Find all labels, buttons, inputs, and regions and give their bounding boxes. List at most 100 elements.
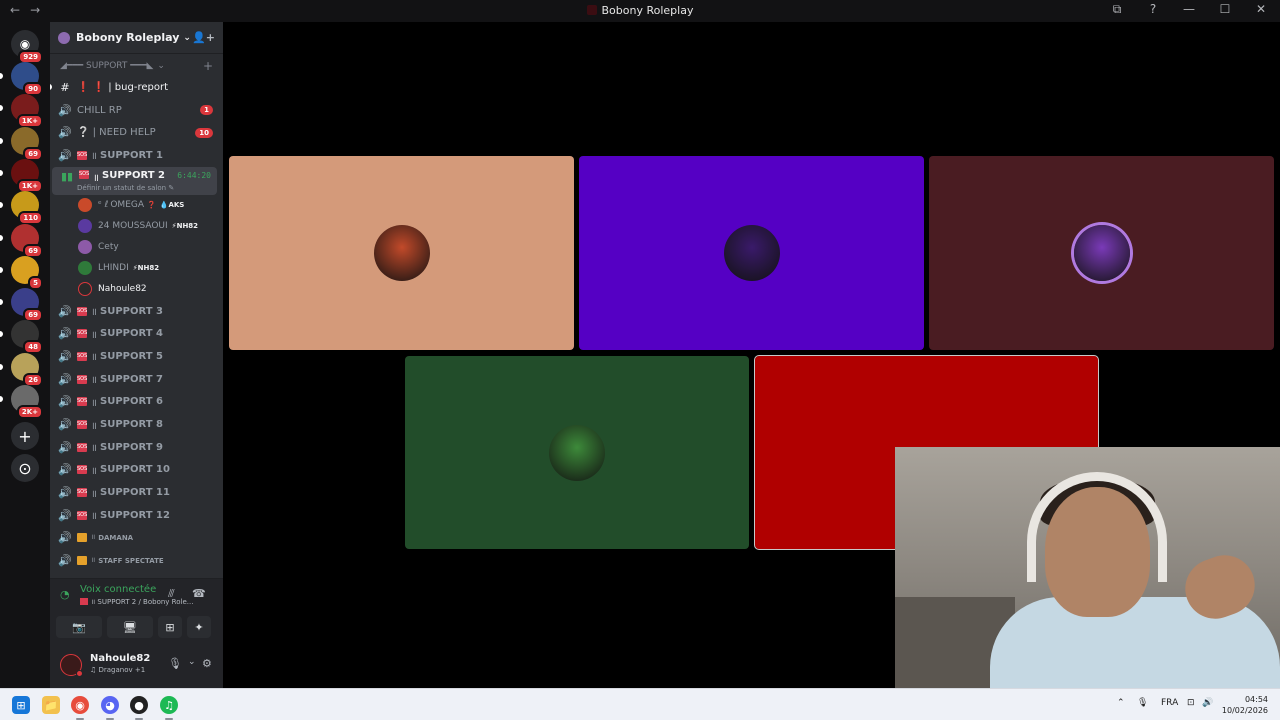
channel-support-2[interactable]: ▮▮ SOS ॥ SUPPORT 2 6:44:20 Définir un st… <box>52 166 217 195</box>
voice-user[interactable]: 24 MOUSSAOUI ⚡NH82 <box>50 216 223 237</box>
voice-user[interactable]: ᵉ ℓ OMEGA ❓ 💧AKS <box>50 195 223 216</box>
channel-support-11[interactable]: 🔊 SOS ॥ SUPPORT 11 <box>50 481 223 504</box>
channel-staff-spectate[interactable]: 🔊 ॥ STAFF SPECTATE <box>50 549 223 572</box>
channel-status[interactable]: Définir un statut de salon ✎ <box>77 184 174 192</box>
volume-icon[interactable]: 🔊 <box>1202 698 1213 708</box>
add-channel-icon[interactable]: + <box>203 59 213 73</box>
avatar <box>78 282 92 297</box>
category-support[interactable]: ◢━━━ SUPPORT ━━━◣ ⌄ + <box>50 56 223 76</box>
channel-group: 🔊 SOS ॥ SUPPORT 3 🔊 SOS ॥ SUPPORT 4 🔊 SOS ॥ SUPPORT… <box>50 300 223 527</box>
speaker-icon: 🔊 <box>58 372 72 386</box>
disconnect-icon[interactable]: ☎ <box>192 587 206 600</box>
close-button[interactable]: ✕ <box>1252 2 1270 17</box>
microphone-icon[interactable]: 🎙 <box>1137 698 1148 708</box>
channel-label: SUPPORT 10 <box>100 464 170 476</box>
voice-channel-info[interactable]: ॥ SUPPORT 2 / Bobony Role... <box>80 598 193 607</box>
discord-icon[interactable]: ◕ <box>101 696 119 714</box>
voice-user[interactable]: Nahoule82 <box>50 279 223 300</box>
avatar <box>78 219 92 234</box>
voice-user-name: OMEGA <box>110 200 145 211</box>
windows-taskbar: ⊞ 📁 ◉ ◕ ● ♫ ⌃ 🎙 FRA ⊡ 🔊 04:54 10/02/2026 <box>0 688 1280 720</box>
participant-tile[interactable] <box>929 156 1274 350</box>
channel-chill-rp[interactable]: 🔊 CHILL RP 1 <box>50 99 223 122</box>
screen-share-button[interactable]: 🖥 <box>107 616 153 638</box>
avatar <box>78 261 92 276</box>
participant-tile[interactable] <box>405 356 749 549</box>
channel-support-10[interactable]: 🔊 SOS ॥ SUPPORT 10 <box>50 459 223 482</box>
channel-support-4[interactable]: 🔊 SOS ॥ SUPPORT 4 <box>50 322 223 345</box>
gear-icon[interactable]: ⚙ <box>202 657 212 670</box>
voice-user[interactable]: LHINDI ⚡NH82 <box>50 258 223 279</box>
home-button[interactable]: ◉ 929 <box>11 30 43 64</box>
speaker-icon: 🔊 <box>58 126 72 140</box>
system-clock[interactable]: 04:54 10/02/2026 <box>1222 694 1268 716</box>
voice-user-name: Cety <box>98 242 119 253</box>
server-icon[interactable]: 26 <box>11 352 43 387</box>
channel-support-8[interactable]: 🔊 SOS ॥ SUPPORT 8 <box>50 413 223 436</box>
server-icon[interactable]: 69 <box>11 223 43 258</box>
maximize-button[interactable]: ☐ <box>1216 2 1234 17</box>
participant-tile[interactable] <box>229 156 574 350</box>
channel-need-help[interactable]: 🔊 ❔ | NEED HELP 10 <box>50 121 223 144</box>
activities-button[interactable]: ⊞ <box>158 616 182 638</box>
channel-support-6[interactable]: 🔊 SOS ॥ SUPPORT 6 <box>50 391 223 414</box>
username[interactable]: Nahoule82 <box>90 653 150 664</box>
invite-people-icon[interactable]: 👤+ <box>192 31 215 44</box>
avatar <box>549 424 605 481</box>
channel-support-5[interactable]: 🔊 SOS ॥ SUPPORT 5 <box>50 345 223 368</box>
server-icon[interactable]: 69 <box>11 288 43 323</box>
unread-indicator <box>0 105 3 112</box>
voice-status[interactable]: Voix connectée <box>80 584 156 595</box>
sos-icon: SOS <box>77 306 88 316</box>
channel-support-9[interactable]: 🔊 SOS ॥ SUPPORT 9 <box>50 436 223 459</box>
spotify-icon[interactable]: ♫ <box>160 696 178 714</box>
channel-label: SUPPORT 9 <box>100 441 163 453</box>
channel-label: SUPPORT 4 <box>100 328 163 340</box>
sos-icon <box>80 598 88 605</box>
window-controls: ⧉ ? — ☐ ✕ <box>1108 2 1270 17</box>
chrome-icon[interactable]: ◉ <box>71 696 89 714</box>
server-icon[interactable]: 48 <box>11 320 43 355</box>
server-icon[interactable]: 5 <box>11 255 43 290</box>
channel-support-12[interactable]: 🔊 SOS ॥ SUPPORT 12 <box>50 504 223 527</box>
sos-icon: SOS <box>77 465 88 475</box>
channel-label: SUPPORT 1 <box>100 149 163 161</box>
noise-suppression-icon[interactable]: ⫻ <box>168 587 175 601</box>
microphone-icon[interactable]: 🎙 <box>168 657 182 670</box>
server-icon[interactable]: 1K+ <box>11 94 43 129</box>
channel-label: CHILL RP <box>77 104 122 116</box>
server-icon[interactable]: 1K+ <box>11 158 43 193</box>
channel-support-1[interactable]: 🔊 SOS ॥ SUPPORT 1 <box>50 144 223 167</box>
tray-overflow-icon[interactable]: ⌃ <box>1117 698 1125 708</box>
channel-support-7[interactable]: 🔊 SOS ॥ SUPPORT 7 <box>50 368 223 391</box>
file-explorer-icon[interactable]: 📁 <box>42 696 60 714</box>
server-header[interactable]: Bobony Roleplay ⌄ 👤+ <box>50 22 223 54</box>
voice-user[interactable]: Cety <box>50 237 223 258</box>
pip-icon[interactable]: ⧉ <box>1108 2 1126 17</box>
channel-label: SUPPORT 2 <box>102 169 165 181</box>
minimize-button[interactable]: — <box>1180 2 1198 17</box>
participant-tile[interactable] <box>579 156 924 350</box>
channel-bug-report[interactable]: # ❗ ❗ | bug-report <box>50 76 223 99</box>
avatar <box>78 198 92 213</box>
channel-damana[interactable]: 🔊 ॥ DAMANA <box>50 527 223 550</box>
camera-button[interactable]: 📷 <box>56 616 102 638</box>
server-icon[interactable]: 90 <box>11 62 43 96</box>
help-icon[interactable]: ? <box>1144 2 1162 17</box>
server-icon[interactable]: 2K+ <box>11 385 43 419</box>
language-indicator[interactable]: FRA <box>1161 698 1178 708</box>
channel-support-3[interactable]: 🔊 SOS ॥ SUPPORT 3 <box>50 300 223 323</box>
app-icon <box>586 5 597 15</box>
server-icon[interactable]: 69 <box>11 126 43 161</box>
discover-button[interactable]: ⊙ <box>11 454 39 482</box>
obs-icon[interactable]: ● <box>130 696 148 714</box>
start-icon[interactable]: ⊞ <box>12 696 30 714</box>
voice-buttons: 📷 🖥 ⊞ ✦ <box>56 616 211 638</box>
chevron-down-icon[interactable]: ⌄ <box>188 657 196 667</box>
display-icon[interactable]: ⊡ <box>1187 698 1195 708</box>
soundboard-button[interactable]: ✦ <box>187 616 211 638</box>
voice-user-name: LHINDI <box>98 263 129 274</box>
speaker-icon: 🔊 <box>58 554 72 568</box>
server-icon[interactable]: 110 <box>11 191 43 226</box>
add-server-button[interactable]: + <box>11 422 39 450</box>
